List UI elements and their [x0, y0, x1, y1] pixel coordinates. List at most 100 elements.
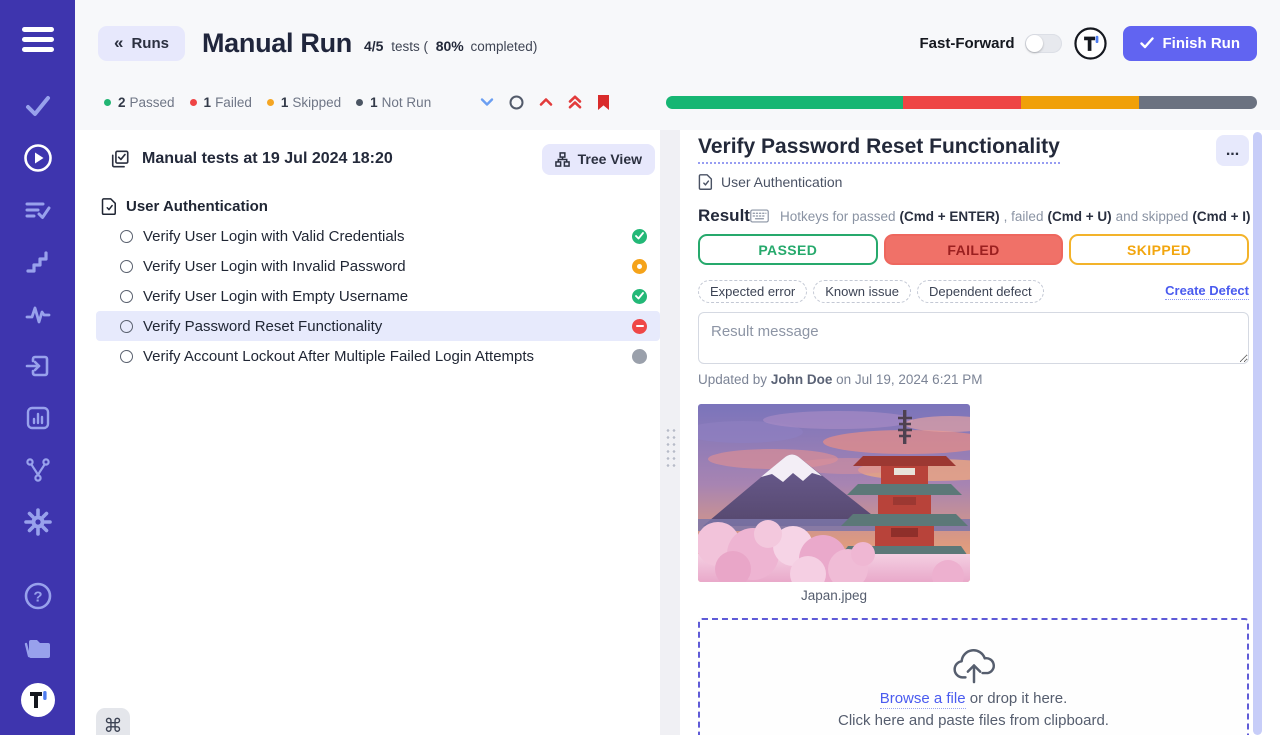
status-bar: 2Passed 1Failed 1Skipped 1Not Run	[75, 86, 1280, 130]
bookmark-icon[interactable]	[597, 94, 610, 111]
hotkeys-hint: Hotkeys for passed (Cmd + ENTER) , faile…	[750, 209, 1251, 224]
import-icon[interactable]	[0, 340, 75, 392]
result-message-input[interactable]	[698, 312, 1249, 364]
hotkeys-shortcut-button[interactable]: ⌘	[96, 708, 130, 735]
test-radio[interactable]	[120, 320, 133, 333]
settings-gear-icon[interactable]	[0, 496, 75, 548]
svg-text:?: ?	[33, 589, 42, 606]
branches-icon[interactable]	[0, 444, 75, 496]
skipped-button[interactable]: SKIPPED	[1069, 234, 1249, 265]
progress-skipped	[1021, 96, 1139, 109]
page-title: Manual Run	[202, 28, 352, 59]
test-row[interactable]: Verify Account Lockout After Multiple Fa…	[96, 341, 660, 371]
tag-expected-error[interactable]: Expected error	[698, 280, 807, 303]
fast-forward-toggle[interactable]	[1025, 34, 1062, 53]
chevron-up-icon[interactable]	[539, 97, 553, 107]
run-list-title: Manual tests at 19 Jul 2024 18:20	[142, 150, 393, 168]
brand-logo[interactable]	[1074, 27, 1107, 60]
back-to-runs-button[interactable]: « Runs	[98, 26, 185, 61]
file-dropzone[interactable]: Browse a file or drop it here. Click her…	[698, 618, 1249, 735]
notrun-count: 1Not Run	[356, 95, 431, 110]
breadcrumb-suite[interactable]: User Authentication	[698, 173, 1249, 190]
test-row-selected[interactable]: Verify Password Reset Functionality	[96, 311, 660, 341]
run-progress-bar	[666, 96, 1257, 109]
status-notrun-icon	[632, 349, 647, 364]
tests-word: tests (	[391, 39, 428, 54]
resizer-handle-icon	[664, 425, 676, 471]
menu-icon[interactable]	[19, 20, 57, 60]
completed-word: completed)	[471, 39, 538, 54]
double-chevron-up-icon[interactable]	[568, 95, 582, 109]
status-passed-icon	[632, 229, 647, 244]
right-panel-scrollbar[interactable]	[1253, 132, 1262, 735]
suite-icon	[101, 197, 117, 215]
tests-ratio: 4/5	[364, 38, 383, 54]
suite-icon	[698, 173, 713, 190]
finish-run-button[interactable]: Finish Run	[1123, 26, 1258, 61]
passed-count: 2Passed	[104, 95, 175, 110]
pulse-icon[interactable]	[0, 288, 75, 340]
tag-known-issue[interactable]: Known issue	[813, 280, 911, 303]
more-actions-button[interactable]: ...	[1216, 135, 1249, 166]
test-title: Verify User Login with Empty Username	[143, 288, 408, 305]
upload-cloud-icon	[951, 646, 997, 684]
breadcrumb-suite-label: User Authentication	[721, 174, 842, 190]
tag-dependent-defect[interactable]: Dependent defect	[917, 280, 1044, 303]
back-label: Runs	[131, 35, 169, 52]
test-radio[interactable]	[120, 260, 133, 273]
tests-panel: Manual tests at 19 Jul 2024 18:20 Tree V…	[75, 130, 660, 735]
test-radio[interactable]	[120, 350, 133, 363]
app-sidebar: ?	[0, 0, 75, 735]
collapse-icon[interactable]	[480, 97, 494, 107]
progress-notrun	[1139, 96, 1257, 109]
circle-icon[interactable]	[509, 95, 524, 110]
status-skipped-icon	[632, 259, 647, 274]
test-row[interactable]: Verify User Login with Invalid Password	[96, 251, 660, 281]
analytics-icon[interactable]	[0, 392, 75, 444]
tree-view-label: Tree View	[578, 151, 642, 167]
passed-dot	[104, 99, 111, 106]
test-title: Verify User Login with Valid Credentials	[143, 228, 405, 245]
help-icon[interactable]: ?	[0, 570, 75, 622]
finish-run-label: Finish Run	[1163, 35, 1241, 52]
fast-forward-label: Fast-Forward	[919, 35, 1014, 52]
notrun-dot	[356, 99, 363, 106]
test-detail-title[interactable]: Verify Password Reset Functionality	[698, 135, 1060, 164]
tree-view-icon	[555, 152, 570, 167]
failed-button[interactable]: FAILED	[884, 234, 1064, 265]
test-radio[interactable]	[120, 290, 133, 303]
test-row[interactable]: Verify User Login with Empty Username	[96, 281, 660, 311]
steps-icon[interactable]	[0, 236, 75, 288]
progress-failed	[903, 96, 1021, 109]
test-row[interactable]: Verify User Login with Valid Credentials	[96, 221, 660, 251]
test-detail-panel: Verify Password Reset Functionality ... …	[680, 130, 1280, 735]
tag-row: Expected error Known issue Dependent def…	[698, 280, 1249, 303]
browse-file-link[interactable]: Browse a file	[880, 690, 966, 709]
paste-hint: Click here and paste files from clipboar…	[838, 712, 1109, 729]
projects-folder-icon[interactable]	[0, 622, 75, 674]
test-plans-icon[interactable]	[0, 184, 75, 236]
panel-resizer[interactable]	[660, 130, 680, 735]
passed-button[interactable]: PASSED	[698, 234, 878, 265]
updated-by-line: Updated by John Doe on Jul 19, 2024 6:21…	[698, 372, 1249, 387]
test-title: Verify User Login with Invalid Password	[143, 258, 406, 275]
run-progress-summary: 4/5 tests ( 80% completed)	[364, 38, 537, 54]
result-heading: Result	[698, 206, 750, 226]
failed-count: 1Failed	[190, 95, 252, 110]
attachment-filename: Japan.jpeg	[698, 588, 970, 603]
progress-passed	[666, 96, 902, 109]
drop-hint: or drop it here.	[970, 690, 1068, 707]
keyboard-icon	[750, 209, 769, 223]
percent-completed: 80%	[436, 38, 464, 54]
tests-check-icon[interactable]	[0, 80, 75, 132]
attachment: Japan.jpeg	[698, 404, 970, 603]
create-defect-link[interactable]: Create Defect	[1165, 283, 1249, 300]
suite-user-authentication[interactable]: User Authentication	[101, 197, 660, 215]
runs-play-icon[interactable]	[0, 132, 75, 184]
verdict-buttons: PASSED FAILED SKIPPED	[698, 234, 1249, 265]
tree-view-button[interactable]: Tree View	[542, 144, 655, 175]
test-radio[interactable]	[120, 230, 133, 243]
testomat-logo[interactable]	[0, 674, 75, 726]
status-failed-icon	[632, 319, 647, 334]
attachment-image[interactable]	[698, 404, 970, 582]
